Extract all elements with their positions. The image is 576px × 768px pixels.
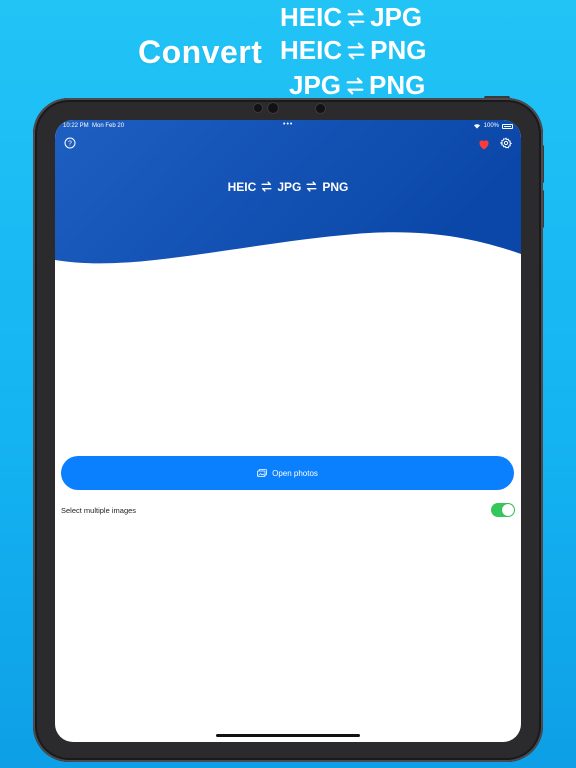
swap-arrows-icon <box>345 5 367 36</box>
wifi-icon <box>473 124 480 129</box>
swap-arrows-icon <box>345 38 367 69</box>
toggle-knob <box>502 504 514 516</box>
title-format-png: PNG <box>322 180 349 194</box>
promo-format-left: JPG <box>289 70 342 100</box>
promo-format-left: HEIC <box>280 35 343 65</box>
status-time: 10:22 PM Mon Feb 20 <box>63 123 124 129</box>
multiple-images-label: Select multiple images <box>61 505 137 515</box>
photos-icon <box>257 469 267 477</box>
battery-icon <box>502 123 513 129</box>
gear-icon[interactable] <box>499 136 513 149</box>
promo-format-left: HEIC <box>280 2 343 32</box>
multiple-images-toggle[interactable] <box>491 503 515 517</box>
sensor-dot <box>254 104 262 112</box>
status-clock: 10:22 PM <box>63 123 89 129</box>
multitasking-dots[interactable]: ••• <box>283 121 293 128</box>
open-photos-button[interactable]: Open photos <box>61 456 514 490</box>
battery-percent: 100% <box>483 123 499 129</box>
svg-text:?: ? <box>68 141 72 148</box>
app-screen: 10:22 PM Mon Feb 20 ••• 100% ? HEIC JPG PN… <box>55 120 521 742</box>
heart-icon[interactable] <box>478 137 490 150</box>
multiple-images-row: Select multiple images <box>61 502 515 518</box>
title-format-heic: HEIC <box>227 180 257 194</box>
swap-arrows-icon <box>305 180 318 196</box>
open-photos-label: Open photos <box>272 468 318 478</box>
camera-lens <box>268 103 278 113</box>
promo-format-right: JPG <box>370 2 423 32</box>
help-icon[interactable]: ? <box>64 136 76 149</box>
promo-convert-text: Convert <box>138 34 263 70</box>
status-indicators: 100% <box>473 123 513 129</box>
status-date: Mon Feb 20 <box>92 123 125 129</box>
promo-format-right: PNG <box>369 70 426 100</box>
sensor-dot <box>316 104 325 113</box>
promo-format-right: PNG <box>370 35 427 65</box>
promo-line: HEIC PNG <box>280 35 426 69</box>
swap-arrows-icon <box>260 180 273 196</box>
status-bar: 10:22 PM Mon Feb 20 ••• 100% <box>55 120 521 132</box>
home-indicator[interactable] <box>216 734 360 737</box>
title-format-jpg: JPG <box>277 180 302 194</box>
promo-line: HEIC JPG <box>280 2 422 36</box>
app-title: HEIC JPG PNG <box>55 180 521 196</box>
